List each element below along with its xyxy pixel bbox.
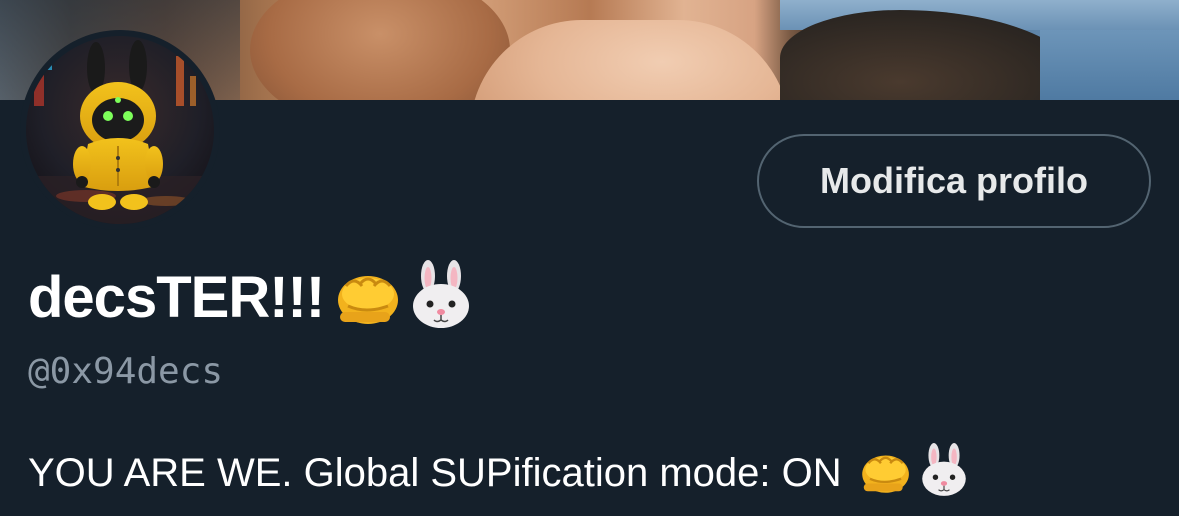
rabbit-raincoat-avatar-icon (26, 36, 214, 224)
fist-bump-icon (856, 446, 912, 501)
avatar[interactable] (20, 30, 220, 230)
fist-bump-icon (330, 264, 402, 333)
rabbit-face-icon (918, 442, 970, 504)
display-name-row: decsTER!!! (28, 259, 474, 337)
banner-figure (250, 0, 510, 100)
bio-text: YOU ARE WE. Global SUPification mode: ON (28, 451, 842, 495)
bio-row: YOU ARE WE. Global SUPification mode: ON (28, 440, 970, 506)
banner-sea (1040, 30, 1179, 100)
display-name: decsTER!!! (28, 265, 325, 330)
edit-profile-button[interactable]: Modifica profilo (757, 134, 1151, 228)
rabbit-face-icon (408, 259, 474, 337)
user-handle: @0x94decs (28, 351, 224, 392)
banner-figure-arm (470, 20, 790, 100)
avatar-image (26, 36, 214, 224)
